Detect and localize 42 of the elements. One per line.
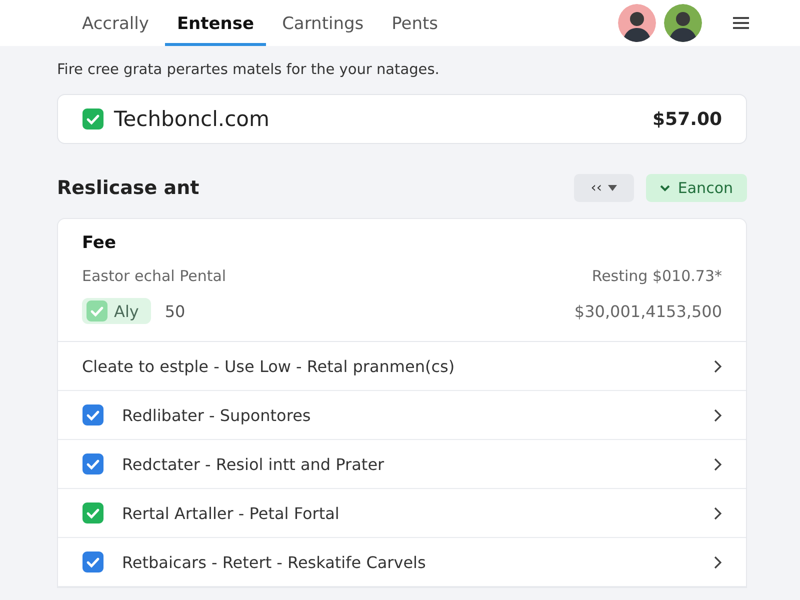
fee-label: Eastor echal Pental (82, 267, 226, 285)
section-title: Reslicase ant (57, 177, 200, 199)
list-row[interactable]: Cleate to estple - Use Low - Retal pranmen(cs) (58, 342, 746, 391)
count: 50 (164, 302, 186, 320)
action-button[interactable]: Eancon (646, 174, 747, 202)
list-row[interactable]: Retbaicars - Retert - Reskatife Carvels (58, 538, 746, 587)
menu-icon[interactable] (732, 16, 750, 30)
list-row[interactable]: Rertal Artaller - Petal Fortal (58, 489, 746, 538)
avatar-icon[interactable] (618, 4, 656, 42)
checkbox[interactable] (82, 502, 104, 524)
list-row[interactable]: Redlibater - Supontores (58, 391, 746, 440)
nav-tab[interactable]: Pents (380, 0, 450, 46)
checkbox[interactable] (82, 551, 104, 573)
price: $57.00 (652, 108, 722, 130)
chevron-right-icon (714, 556, 722, 568)
fee-title: Fee (82, 233, 117, 253)
caret-icon (608, 185, 617, 191)
list-row[interactable]: Redctater - Resiol intt and Prater (58, 440, 746, 489)
nav-tab[interactable]: Accrally (70, 0, 161, 46)
filter-button[interactable]: ‹‹ (574, 174, 634, 202)
subtitle: Fire cree grata perartes matels for the your natages. (57, 62, 440, 80)
chevron-right-icon (714, 458, 722, 470)
row-label: Redctater - Resiol intt and Prater (122, 454, 386, 474)
nav-tab[interactable]: Entense (164, 0, 266, 46)
checkbox[interactable] (82, 453, 104, 475)
amount: $30,001,4153,500 (574, 302, 722, 320)
checkbox[interactable] (82, 404, 104, 426)
chevron-right-icon (714, 506, 722, 520)
chevron-right-icon (714, 360, 722, 372)
nav-tab[interactable]: Carntings (270, 0, 376, 46)
checkbox[interactable] (82, 108, 104, 130)
tag-chip[interactable]: Aly (82, 298, 151, 324)
row-label: Retbaicars - Retert - Reskatife Carvels (122, 552, 427, 572)
row-label: Cleate to estple - Use Low - Retal pranmen(cs) (82, 356, 456, 376)
chevron-right-icon (714, 408, 722, 422)
row-label: Redlibater - Supontores (122, 406, 312, 424)
chevron-down-icon (660, 184, 670, 192)
checkbox[interactable] (86, 300, 108, 322)
avatar-icon[interactable] (664, 4, 702, 42)
row-label: Rertal Artaller - Petal Fortal (122, 504, 340, 522)
domain-name: Techboncl.com (114, 107, 270, 131)
fee-value: Resting $010.73* (592, 267, 722, 285)
